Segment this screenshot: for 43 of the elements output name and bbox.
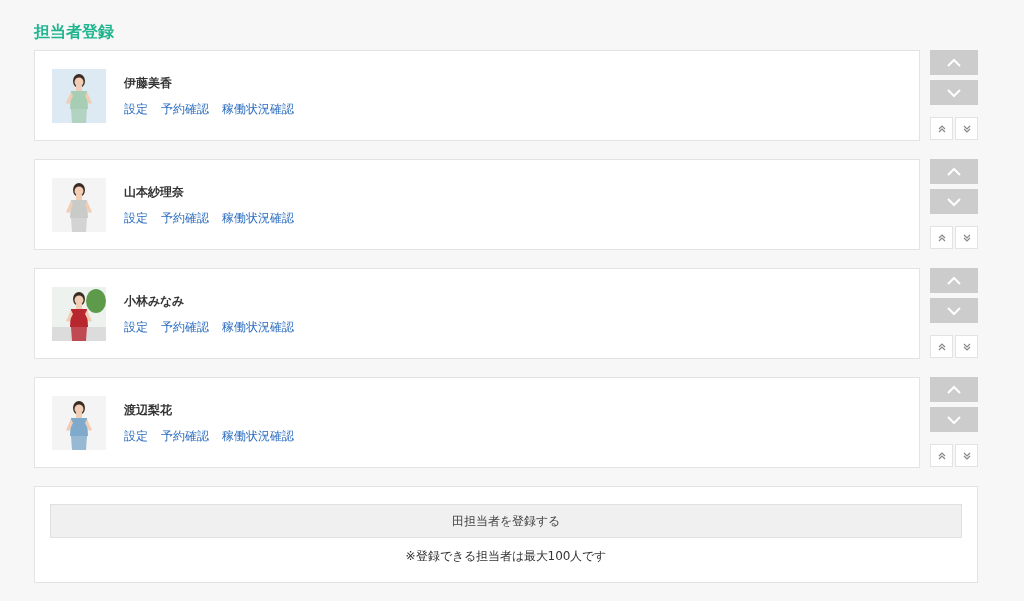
move-to-bottom-button[interactable] [955,226,978,249]
limit-note: ※登録できる担当者は最大100人です [405,548,607,565]
chevron-down-icon [946,87,962,98]
page-title: 担当者登録 [34,21,114,43]
staff-link[interactable]: 稼働状況確認 [222,208,294,227]
move-to-bottom-button[interactable] [955,444,978,467]
double-chevron-down-icon [962,450,971,461]
staff-link[interactable]: 予約確認 [161,208,209,227]
move-to-top-button[interactable] [930,117,953,140]
staff-name: 渡辺梨花 [124,401,172,419]
staff-link[interactable]: 予約確認 [161,99,209,118]
double-chevron-up-icon [937,123,946,134]
staff-name: 小林みなみ [124,292,184,310]
staff-link[interactable]: 設定 [124,208,148,227]
staff-link[interactable]: 設定 [124,426,148,445]
move-to-bottom-button[interactable] [955,117,978,140]
staff-link[interactable]: 稼働状況確認 [222,426,294,445]
chevron-up-icon [946,166,962,177]
add-staff-button[interactable]: 田担当者を登録する [50,504,962,538]
move-to-top-button[interactable] [930,335,953,358]
chevron-down-icon [946,196,962,207]
staff-name: 伊藤美香 [124,74,172,92]
chevron-up-icon [946,384,962,395]
double-chevron-up-icon [937,232,946,243]
chevron-up-icon [946,57,962,68]
move-to-bottom-button[interactable] [955,335,978,358]
staff-link[interactable]: 稼働状況確認 [222,99,294,118]
move-to-top-button[interactable] [930,444,953,467]
staff-link[interactable]: 予約確認 [161,317,209,336]
double-chevron-up-icon [937,341,946,352]
double-chevron-down-icon [962,232,971,243]
staff-name: 山本紗理奈 [124,183,184,201]
staff-link[interactable]: 設定 [124,99,148,118]
double-chevron-down-icon [962,341,971,352]
staff-link[interactable]: 設定 [124,317,148,336]
move-to-top-button[interactable] [930,226,953,249]
chevron-up-icon [946,275,962,286]
staff-link[interactable]: 予約確認 [161,426,209,445]
staff-link[interactable]: 稼働状況確認 [222,317,294,336]
chevron-down-icon [946,305,962,316]
double-chevron-up-icon [937,450,946,461]
double-chevron-down-icon [962,123,971,134]
chevron-down-icon [946,414,962,425]
